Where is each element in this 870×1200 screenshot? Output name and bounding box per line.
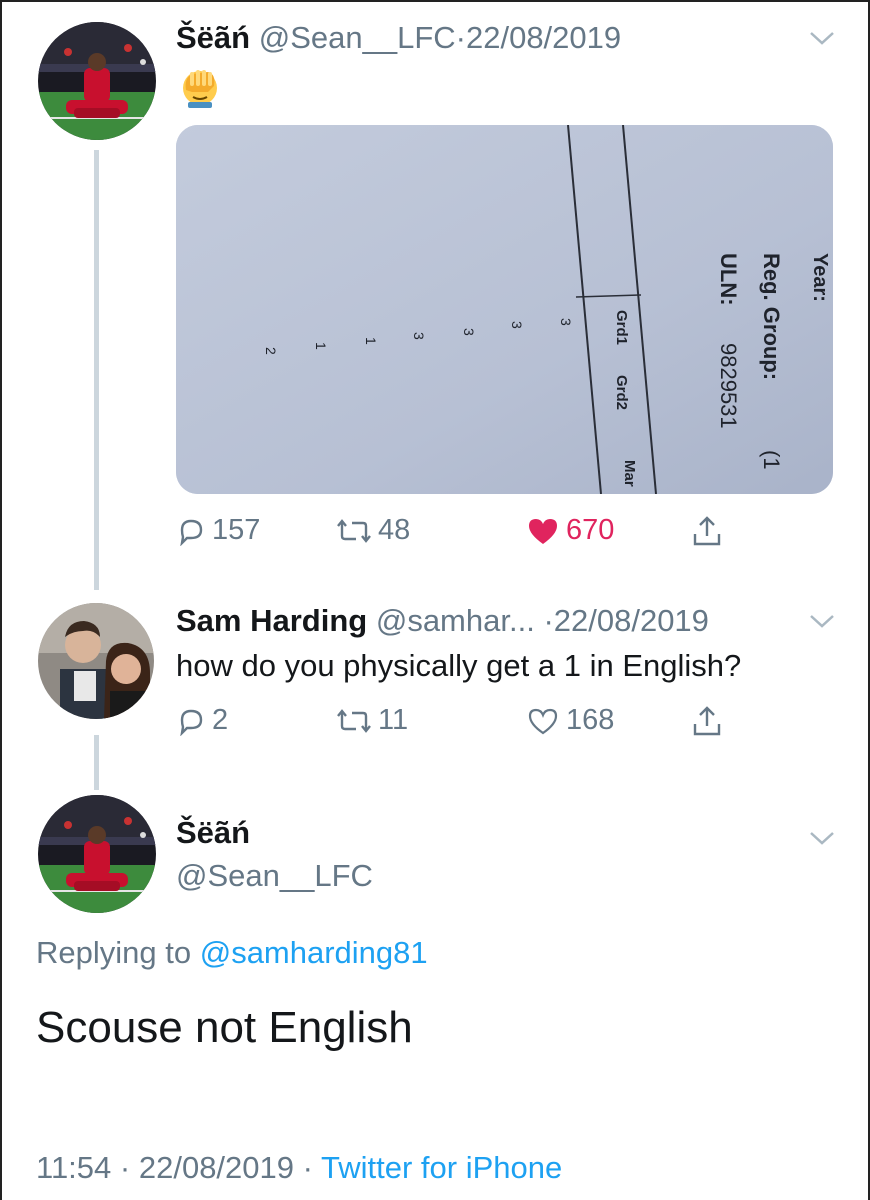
tweet1-handle[interactable]: @Sean__LFC bbox=[259, 20, 456, 55]
grade: 1 bbox=[363, 337, 379, 345]
grade: 2 bbox=[263, 347, 279, 355]
retweet-icon bbox=[337, 708, 371, 733]
main-display-name[interactable]: Šëãń bbox=[176, 815, 250, 851]
heart-icon bbox=[528, 708, 558, 734]
tweet2-date[interactable]: 22/08/2019 bbox=[554, 603, 709, 638]
grade: 3 bbox=[558, 318, 574, 326]
grade: 1 bbox=[313, 342, 329, 350]
media-uln-value: 9829531 bbox=[716, 343, 741, 429]
grade: 3 bbox=[411, 332, 427, 340]
replying-to-link[interactable]: @samharding81 bbox=[200, 935, 428, 970]
share-button[interactable] bbox=[691, 704, 723, 738]
like-count: 670 bbox=[566, 514, 615, 546]
like-button[interactable]: 670 bbox=[526, 514, 614, 547]
main-tweet-text: Scouse not English bbox=[36, 1003, 413, 1052]
tweet1-actions: 157 48 670 bbox=[176, 514, 756, 558]
tweet1-header: Šëãń @Sean__LFC·22/08/2019 bbox=[176, 20, 621, 56]
tweet1-display-name[interactable]: Šëãń bbox=[176, 20, 250, 55]
retweet-count: 11 bbox=[378, 704, 409, 736]
retweet-button[interactable]: 48 bbox=[336, 514, 410, 547]
share-button[interactable] bbox=[691, 514, 723, 548]
tweet2-display-name[interactable]: Sam Harding bbox=[176, 603, 367, 638]
grade: 3 bbox=[461, 328, 477, 336]
retweet-button[interactable]: 11 bbox=[336, 704, 408, 737]
media-reg-group-label: Reg. Group: bbox=[759, 253, 784, 380]
reply-icon bbox=[180, 519, 203, 546]
like-button[interactable]: 168 bbox=[526, 704, 614, 737]
media-col3: Mar bbox=[621, 460, 638, 487]
tweet1-date[interactable]: 22/08/2019 bbox=[466, 20, 621, 55]
sean-avatar[interactable] bbox=[38, 795, 156, 913]
chevron-down-icon[interactable] bbox=[808, 828, 836, 848]
main-handle[interactable]: @Sean__LFC bbox=[176, 858, 373, 894]
like-count: 168 bbox=[566, 704, 615, 736]
reply-button[interactable]: 2 bbox=[176, 704, 228, 737]
sean-avatar[interactable] bbox=[38, 22, 156, 140]
thread-connector bbox=[94, 735, 99, 790]
media-year-label: Year: bbox=[809, 253, 831, 302]
reply-icon bbox=[180, 709, 203, 736]
separator: · bbox=[119, 1150, 131, 1185]
replying-to-prefix: Replying to bbox=[36, 935, 192, 970]
sam-harding-avatar[interactable] bbox=[38, 603, 154, 719]
tweet-date: 22/08/2019 bbox=[138, 1150, 295, 1185]
media-reg-group-value: (1 bbox=[759, 450, 784, 470]
media-uln-label: ULN: bbox=[716, 253, 741, 306]
reply-button[interactable]: 157 bbox=[176, 514, 260, 547]
chevron-down-icon[interactable] bbox=[808, 28, 836, 48]
replying-to-line: Replying to @samharding81 bbox=[36, 935, 428, 971]
tweet2-handle[interactable]: @samhar... bbox=[376, 603, 535, 638]
reply-count: 2 bbox=[212, 704, 229, 736]
tweet2-header: Sam Harding @samhar... ·22/08/2019 bbox=[176, 603, 709, 639]
tweet-meta: 11:54 · 22/08/2019 · Twitter for iPhone bbox=[36, 1150, 562, 1186]
share-icon bbox=[693, 516, 721, 546]
tweet-source-link[interactable]: Twitter for iPhone bbox=[321, 1150, 562, 1185]
heart-filled-icon bbox=[529, 518, 557, 544]
reply-count: 157 bbox=[212, 514, 261, 546]
grade: 3 bbox=[509, 321, 525, 329]
chevron-down-icon[interactable] bbox=[808, 611, 836, 631]
retweet-icon bbox=[337, 518, 371, 543]
tweet1-media-image[interactable]: Year: Reg. Group: (1 ULN: 9829531 Grd1 G… bbox=[176, 125, 833, 494]
face-palm-icon bbox=[183, 70, 217, 108]
tweet2-text: how do you physically get a 1 in English… bbox=[176, 648, 742, 683]
tweet-time: 11:54 bbox=[36, 1150, 112, 1185]
retweet-count: 48 bbox=[378, 514, 411, 546]
media-col2: Grd2 bbox=[613, 375, 630, 410]
separator: · bbox=[455, 20, 466, 55]
separator: · bbox=[302, 1150, 313, 1185]
tweet2-actions: 2 11 168 bbox=[176, 704, 756, 748]
media-col1: Grd1 bbox=[613, 310, 630, 345]
separator: · bbox=[543, 603, 554, 638]
thread-connector bbox=[94, 150, 99, 590]
share-icon bbox=[693, 706, 721, 736]
